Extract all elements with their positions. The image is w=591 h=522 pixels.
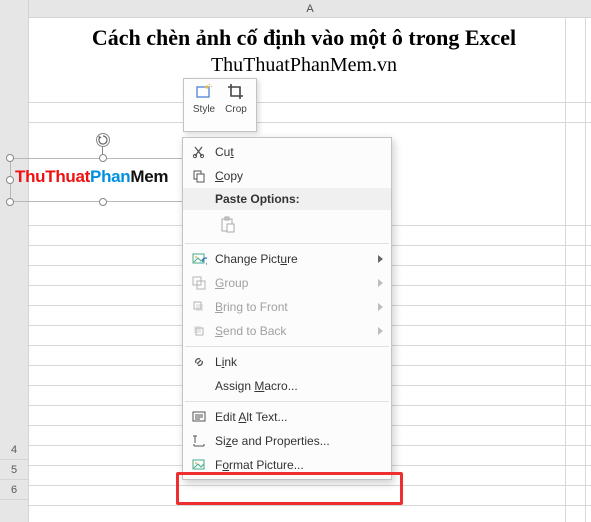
- style-icon: [194, 82, 214, 102]
- row-marker[interactable]: 6: [0, 480, 28, 500]
- logo-part-3: Mem: [130, 167, 168, 186]
- rotate-icon: [98, 135, 108, 145]
- gridline: [29, 485, 591, 486]
- alt-text-icon: [189, 408, 209, 426]
- send-to-back-icon: [189, 322, 209, 340]
- gridline-vertical: [565, 18, 566, 522]
- menu-item-link[interactable]: Link: [183, 350, 391, 374]
- row-header-gutter: 4 5 6: [0, 0, 29, 522]
- menu-label: Copy: [215, 169, 383, 183]
- row-marker[interactable]: 4: [0, 440, 28, 460]
- submenu-arrow-icon: [378, 279, 383, 287]
- cell-title-line2: ThuThuatPhanMem.vn: [29, 52, 579, 78]
- gridline: [29, 122, 591, 123]
- copy-icon: [189, 167, 209, 185]
- menu-separator: [185, 401, 389, 402]
- menu-separator: [185, 346, 389, 347]
- menu-label: Change Picture: [215, 252, 374, 266]
- row-marker[interactable]: 5: [0, 460, 28, 480]
- size-icon: [189, 432, 209, 450]
- paste-option-button[interactable]: [215, 213, 241, 237]
- cell-title-line1: Cách chèn ảnh cố định vào một ô trong Ex…: [29, 20, 579, 52]
- menu-label: Size and Properties...: [215, 434, 383, 448]
- gridline: [29, 102, 591, 103]
- blank-icon: [189, 377, 209, 395]
- resize-handle-n[interactable]: [99, 154, 107, 162]
- resize-handle-w[interactable]: [6, 176, 14, 184]
- crop-label: Crop: [225, 104, 247, 115]
- submenu-arrow-icon: [378, 327, 383, 335]
- style-label: Style: [193, 104, 215, 115]
- picture-context-menu: Cut Copy Paste Options: Change Picture: [182, 137, 392, 480]
- submenu-arrow-icon: [378, 303, 383, 311]
- mini-toolbar: Style Crop: [183, 78, 257, 132]
- menu-label: Format Picture...: [215, 458, 383, 472]
- column-header-a[interactable]: A: [29, 0, 591, 18]
- gridline: [29, 505, 591, 506]
- menu-item-send-to-back: Send to Back: [183, 319, 391, 343]
- logo-part-2: Phan: [90, 167, 130, 186]
- bring-to-front-icon: [189, 298, 209, 316]
- format-picture-icon: [189, 456, 209, 474]
- link-icon: [189, 353, 209, 371]
- paste-options-header: Paste Options:: [183, 188, 391, 210]
- change-picture-icon: [189, 250, 209, 268]
- resize-handle-nw[interactable]: [6, 154, 14, 162]
- rotate-handle[interactable]: [96, 133, 110, 147]
- menu-item-edit-alt-text[interactable]: Edit Alt Text...: [183, 405, 391, 429]
- menu-item-format-picture[interactable]: Format Picture...: [183, 453, 391, 477]
- logo-part-1: ThuThuat: [15, 167, 90, 186]
- menu-item-cut[interactable]: Cut: [183, 140, 391, 164]
- crop-icon: [226, 82, 246, 102]
- cell-a1[interactable]: Cách chèn ảnh cố định vào một ô trong Ex…: [29, 20, 579, 80]
- paste-options-row: [183, 210, 391, 240]
- group-icon: [189, 274, 209, 292]
- cut-icon: [189, 143, 209, 161]
- resize-handle-sw[interactable]: [6, 198, 14, 206]
- menu-item-assign-macro[interactable]: Assign Macro...: [183, 374, 391, 398]
- menu-item-size-and-properties[interactable]: Size and Properties...: [183, 429, 391, 453]
- picture-content-logo: ThuThuatPhanMem: [15, 167, 168, 187]
- resize-handle-s[interactable]: [99, 198, 107, 206]
- menu-label: Edit Alt Text...: [215, 410, 383, 424]
- menu-label: Bring to Front: [215, 300, 374, 314]
- style-button[interactable]: Style: [188, 82, 220, 128]
- menu-label: Link: [215, 355, 383, 369]
- gridline-vertical: [585, 18, 586, 522]
- menu-item-group: Group: [183, 271, 391, 295]
- crop-button[interactable]: Crop: [220, 82, 252, 128]
- selected-picture-object[interactable]: ThuThuatPhanMem: [10, 158, 195, 202]
- menu-label: Group: [215, 276, 374, 290]
- paste-icon: [220, 216, 236, 234]
- menu-separator: [185, 243, 389, 244]
- menu-label: Send to Back: [215, 324, 374, 338]
- submenu-arrow-icon: [378, 255, 383, 263]
- menu-label: Cut: [215, 145, 383, 159]
- menu-item-bring-to-front: Bring to Front: [183, 295, 391, 319]
- menu-item-change-picture[interactable]: Change Picture: [183, 247, 391, 271]
- menu-label: Assign Macro...: [215, 379, 383, 393]
- menu-item-copy[interactable]: Copy: [183, 164, 391, 188]
